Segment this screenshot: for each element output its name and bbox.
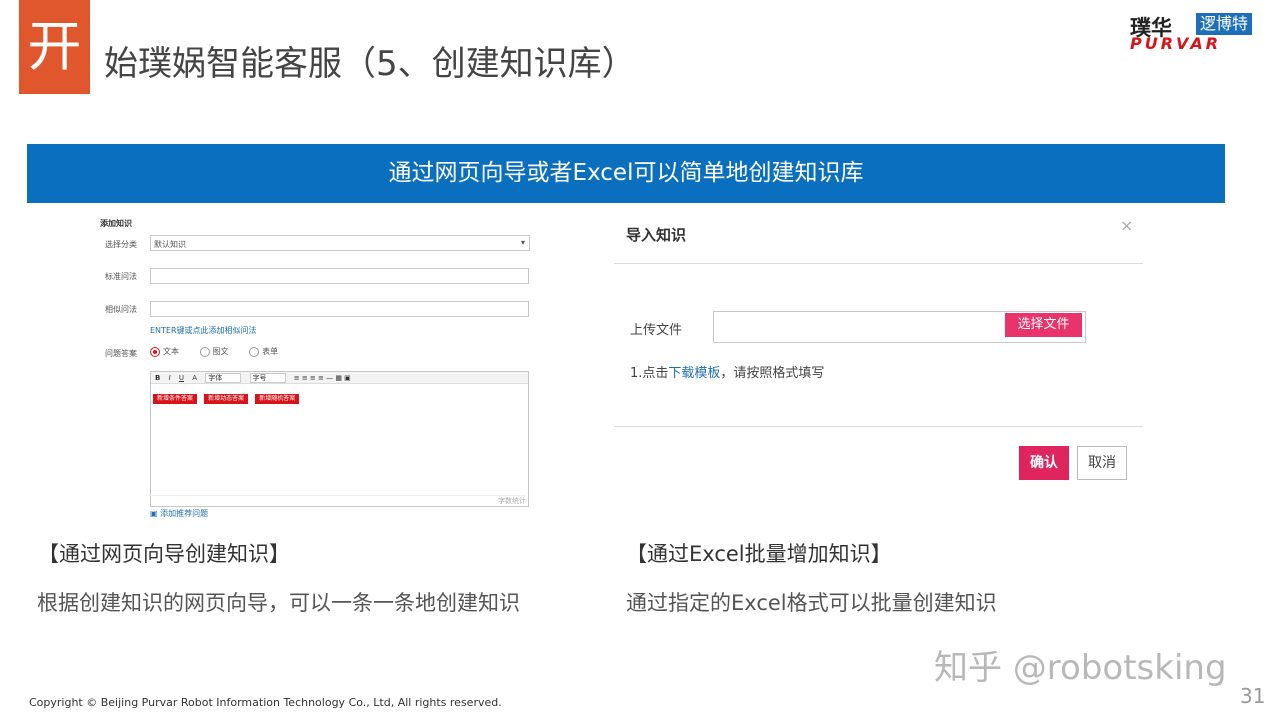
template-hint: 1.点击下载模板，请按照格式填写 [630,366,825,381]
upload-label: 上传文件 [630,323,683,338]
right-description: 通过指定的Excel格式可以批量创建知识 [626,591,997,615]
editor-toolbar: B I U A 字体 字号 ≡ ≡ ≡ ≡ — ▦ ▣ [151,372,528,384]
add-dynamic-answer-button[interactable]: 新增动态答案 [204,394,249,404]
left-description: 根据创建知识的网页向导，可以一条一条地创建知识 [37,591,520,615]
answer-type-radios: 文本 图文 表单 [150,346,278,357]
form-heading: 添加知识 [100,219,132,228]
choose-file-button[interactable]: 选择文件 [1005,313,1082,337]
rich-text-editor[interactable]: B I U A 字体 字号 ≡ ≡ ≡ ≡ — ▦ ▣ 新增条件答案 新增动态答… [149,371,529,507]
char-count: 字数统计 [149,495,526,506]
page-title: 始璞娲智能客服（5、创建知识库） [104,44,636,84]
align-icons[interactable]: ≡ ≡ ≡ ≡ — ▦ ▣ [294,374,351,382]
add-similar-link[interactable]: ENTER键或点此添加相似问法 [150,325,257,336]
title-accent-box: 开 [19,0,90,94]
logo-box-text: 逻博特 [1196,13,1253,35]
similar-question-input[interactable] [150,301,529,317]
cancel-button[interactable]: 取消 [1077,446,1127,480]
left-caption: 【通过网页向导创建知识】 [38,542,290,566]
download-template-link[interactable]: 下载模板 [668,366,720,381]
italic-button[interactable]: I [169,374,171,382]
chevron-down-icon: ▾ [520,238,525,247]
dialog-divider-bottom [614,426,1143,427]
category-label: 选择分类 [105,240,137,249]
standard-question-input[interactable] [150,268,529,284]
radio-icon [199,346,210,357]
radio-image-text[interactable]: 图文 [199,346,229,357]
logo-en-text: PURVAR [1130,34,1222,53]
dialog-divider-top [614,263,1143,264]
font-size-select[interactable]: 字号 [249,373,286,383]
watermark: 知乎 @robotsking [934,648,1227,688]
radio-text[interactable]: 文本 [150,346,179,357]
copyright-text: Copyright © Beijing Purvar Robot Informa… [29,696,502,709]
radio-icon [249,346,260,357]
radio-icon [150,346,160,357]
confirm-button[interactable]: 确认 [1019,446,1069,480]
page-number: 31 [1240,684,1266,708]
add-recommend-link[interactable]: ▣ 添加推荐问题 [150,508,208,519]
banner: 通过网页向导或者Excel可以简单地创建知识库 [27,144,1225,203]
add-random-answer-button[interactable]: 新增随机答案 [255,394,300,404]
right-caption: 【通过Excel批量增加知识】 [626,542,892,566]
dialog-title: 导入知识 [626,226,687,244]
editor-button-row: 新增条件答案 新增动态答案 新增随机答案 [153,385,301,404]
answer-label: 问题答案 [105,349,137,358]
font-color-button[interactable]: A [192,374,197,382]
bold-button[interactable]: B [155,374,160,382]
similar-question-label: 相似问法 [105,305,137,314]
close-icon[interactable]: × [1120,216,1133,235]
font-family-select[interactable]: 字体 [205,373,242,383]
underline-button[interactable]: U [179,374,184,382]
category-value: 默认知识 [154,240,186,249]
radio-form[interactable]: 表单 [249,346,278,357]
company-logo: 璞华 逻博特 PURVAR [1130,12,1265,53]
standard-question-label: 标准问法 [105,272,137,281]
add-conditional-answer-button[interactable]: 新增条件答案 [153,394,198,404]
category-select[interactable]: 默认知识 ▾ [150,235,530,251]
plus-icon: ▣ [150,509,161,518]
